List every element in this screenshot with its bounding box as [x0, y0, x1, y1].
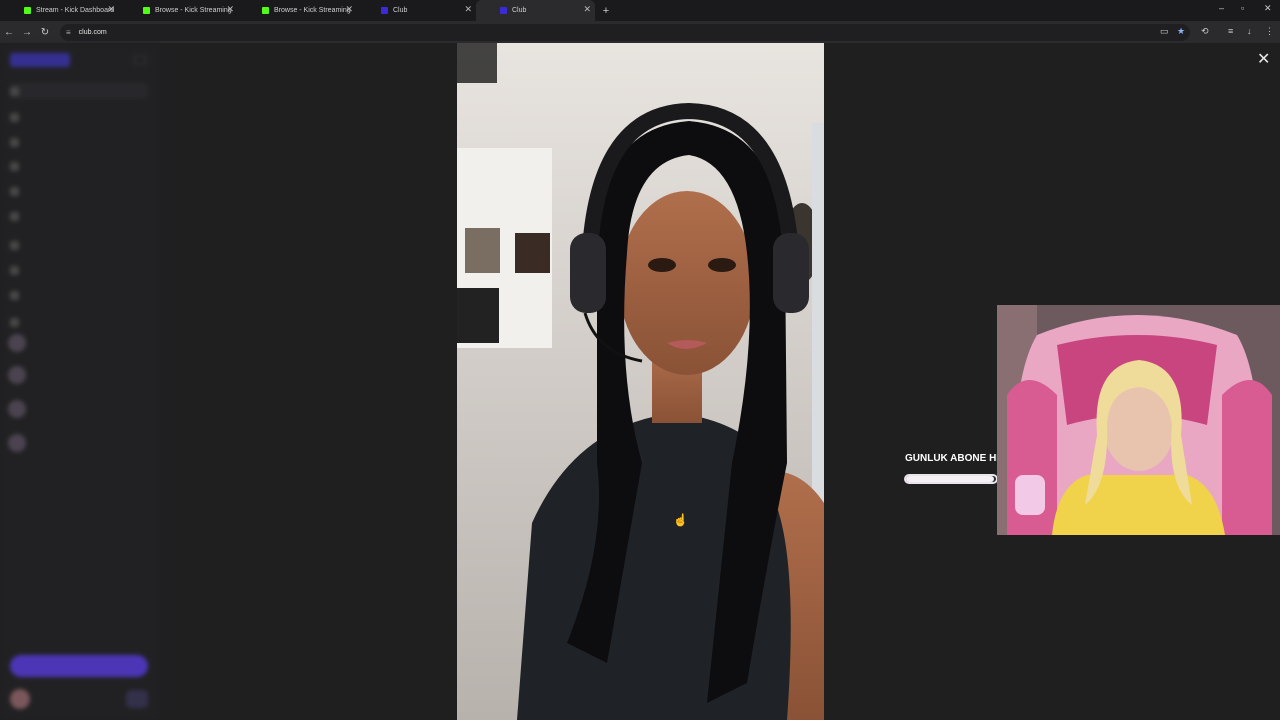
cast-icon[interactable]: ▭ — [1160, 26, 1169, 37]
nav-icon — [10, 240, 19, 250]
sub-goal-title: GÜNLÜK ABONE HE — [905, 453, 997, 464]
page-content: ☝ ✕ GÜNLÜK ABONE HE — [0, 43, 1280, 720]
profile-badge — [126, 690, 148, 708]
sub-goal-progress-bar — [904, 474, 998, 484]
sub-goal-progress-fill — [906, 476, 995, 482]
extension-icon[interactable]: ⟲ — [1201, 26, 1209, 37]
tab-title: Club — [512, 7, 527, 14]
channel-item — [8, 399, 108, 419]
avatar — [8, 334, 26, 352]
nav-icon — [10, 186, 19, 196]
tab-close-icon[interactable]: ✕ — [345, 4, 353, 15]
reload-icon[interactable]: ↻ — [36, 27, 54, 38]
sidebar-item — [10, 287, 148, 303]
nav-icon — [10, 211, 19, 221]
nav-icon — [10, 137, 19, 147]
window-close-icon[interactable]: ✕ — [1264, 3, 1272, 14]
nav-icon — [10, 265, 19, 275]
kick-favicon-icon — [24, 7, 31, 14]
club-favicon-icon — [500, 7, 507, 14]
site-logo — [10, 53, 70, 67]
address-bar[interactable]: ≡ club.com — [60, 24, 1190, 41]
tab-title: Club — [393, 7, 408, 14]
sidebar-item — [10, 314, 148, 330]
minimize-icon[interactable]: – — [1219, 3, 1224, 13]
channel-item — [8, 333, 108, 353]
tab-close-icon[interactable]: ✕ — [226, 4, 234, 15]
sidebar-collapse-icon — [134, 55, 146, 65]
nav-icon — [10, 161, 19, 171]
sidebar-item — [10, 237, 148, 253]
tab-title: Browse - Kick Streaming — [274, 7, 351, 14]
nav-icon — [10, 86, 19, 96]
avatar — [10, 689, 30, 709]
kick-favicon-icon — [143, 7, 150, 14]
nav-icon — [10, 290, 19, 300]
sidebar-item — [10, 208, 148, 224]
kick-favicon-icon — [262, 7, 269, 14]
hand-cursor-icon: ☝ — [673, 513, 688, 527]
tab-close-icon[interactable]: ✕ — [464, 4, 472, 15]
download-icon[interactable]: ↓ — [1247, 26, 1252, 36]
tab-club-1[interactable]: Club ✕ — [357, 0, 476, 21]
kebab-menu-icon[interactable]: ⋮ — [1265, 26, 1274, 37]
tab-club-active[interactable]: Club ✕ — [476, 0, 595, 21]
browser-toolbar: ← → ↻ ≡ club.com — [0, 21, 1280, 43]
forward-arrow-icon[interactable]: → — [18, 27, 36, 38]
sidebar-item — [10, 183, 148, 199]
plus-icon[interactable]: + — [599, 5, 613, 17]
site-info-icon[interactable]: ≡ — [66, 28, 71, 37]
tab-title: Browse - Kick Streaming — [155, 7, 232, 14]
avatar — [8, 366, 26, 384]
blurred-cta-button — [10, 655, 148, 677]
tab-browse-1[interactable]: Browse - Kick Streaming ✕ — [119, 0, 238, 21]
tab-close-icon[interactable]: ✕ — [583, 4, 591, 15]
avatar — [8, 400, 26, 418]
back-arrow-icon[interactable]: ← — [0, 27, 18, 38]
sidebar-item — [10, 158, 148, 174]
tab-close-icon[interactable]: ✕ — [107, 4, 115, 15]
webcam-feed — [997, 305, 1280, 535]
nav-icon — [10, 112, 19, 122]
tab-stream-dashboard[interactable]: Stream - Kick Dashboard ✕ — [0, 0, 119, 21]
selfie-photo — [457, 43, 824, 720]
nav-icon — [10, 317, 19, 327]
avatar — [8, 434, 26, 452]
address-url[interactable]: club.com — [79, 29, 107, 36]
restore-icon[interactable]: ▫ — [1241, 3, 1244, 13]
sidebar-item — [10, 109, 148, 125]
tab-strip: Stream - Kick Dashboard ✕ Browse - Kick … — [0, 0, 1280, 21]
channel-item — [8, 433, 108, 453]
user-profile — [10, 687, 148, 711]
sidebar-item — [10, 83, 148, 99]
sidebar-item — [10, 134, 148, 150]
bookmark-star-icon[interactable]: ★ — [1177, 26, 1185, 37]
blurred-sidebar — [0, 43, 160, 720]
club-favicon-icon — [381, 7, 388, 14]
webcam-overlay — [997, 305, 1280, 535]
channel-item — [8, 365, 108, 385]
close-icon[interactable]: ✕ — [1257, 52, 1270, 68]
media-viewer-image[interactable] — [457, 43, 824, 720]
sidebar-item — [10, 262, 148, 278]
media-control-icon[interactable]: ≡ — [1228, 26, 1233, 36]
tab-browse-2[interactable]: Browse - Kick Streaming ✕ — [238, 0, 357, 21]
tab-title: Stream - Kick Dashboard — [36, 7, 115, 14]
